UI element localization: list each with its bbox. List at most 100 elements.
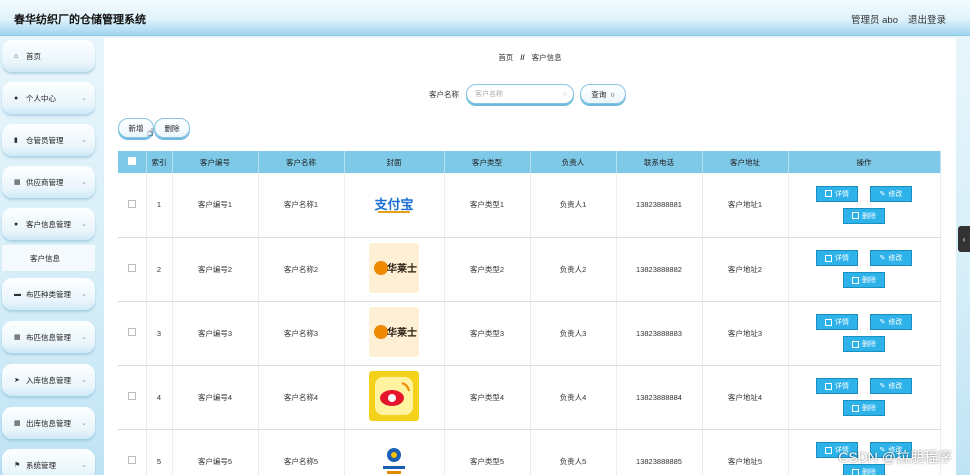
chevron-down-icon: ⌄ [81,462,87,469]
breadcrumb-home[interactable]: 首页 [498,53,513,62]
sidebar-item-customers[interactable]: ● 客户信息管理 ⌄ [2,208,95,240]
chevron-down-icon: ⌄ [81,137,87,144]
logo-image [369,435,419,475]
cell-address: 客户地址4 [702,365,789,430]
search-input[interactable]: 客户名称 ○ [466,84,574,104]
edit-icon: ✎ [879,255,886,262]
sidebar-item-inbound[interactable]: ➤ 入库信息管理 ⌄ [2,364,95,396]
cell-name: 客户名称4 [258,365,345,430]
sidebar-item-label: 布匹种类管理 [26,289,71,299]
cell-phone: 13823888883 [616,301,703,366]
detail-icon [825,254,832,262]
sidebar-item-label: 布匹信息管理 [26,332,71,342]
cell-cover: 华莱士 [344,237,445,302]
sidebar-item-label: 客户信息管理 [26,219,71,229]
cell-name: 客户名称3 [258,301,345,366]
trash-icon [852,404,859,412]
trash-icon [852,276,859,284]
column-header: 操作 [788,151,941,173]
cell-address: 客户地址3 [702,301,789,366]
search-button[interactable]: 查询 ○ [580,84,626,104]
detail-icon [825,382,832,390]
sidebar-item-warehouse-staff[interactable]: ▮ 仓管员管理 ⌄ [2,124,95,156]
chevron-down-icon: ⌄ [81,291,87,298]
cell-code: 客户编号3 [172,301,259,366]
row-checkbox[interactable] [118,301,147,366]
top-right-area: 管理员 abo 退出登录 [851,12,946,26]
sidebar-item-fabric-types[interactable]: ▬ 布匹种类管理 ⌄ [2,278,95,310]
svg-text:华莱士: 华莱士 [387,262,417,275]
alipay-logo-image: 支付宝 [369,178,419,229]
edit-button[interactable]: ✎ 修改 [870,314,912,330]
monitor-icon: ▬ [14,290,21,298]
delete-button[interactable]: 删除 [154,118,190,138]
watermark: CSDN @拉朋程序 [838,449,952,465]
table-row: 2 客户编号2 客户名称2 华莱士 客户类型2 负责人2 13823888882… [118,237,941,302]
row-delete-button[interactable]: 删除 [843,207,885,224]
row-checkbox[interactable] [118,237,147,302]
column-header: 索引 [146,151,173,173]
logout-link[interactable]: 退出登录 [908,12,946,26]
select-all-checkbox[interactable] [118,151,147,173]
grid-icon: ▦ [14,420,21,427]
sidebar-item-label: 入库信息管理 [26,375,71,385]
cell-ops: 详情 ✎ 修改 删除 [788,173,941,238]
edit-button[interactable]: ✎ 修改 [870,250,912,266]
cell-cover: 支付宝 [344,173,445,238]
cell-address: 客户地址1 [702,173,789,238]
table-row: 5 客户编号5 客户名称5 客户类型5 负责人5 13823888885 客户地… [118,429,941,475]
chevron-down-icon: ⌄ [81,377,87,384]
sidebar-item-system[interactable]: ⚑ 系统管理 ⌄ [2,449,95,475]
cell-name: 客户名称5 [258,429,345,475]
detail-icon [825,318,832,326]
send-icon: ➤ [14,377,20,384]
cell-ops: 详情 ✎ 修改 删除 [788,301,941,366]
cell-owner: 负责人2 [530,237,617,302]
table-row: 4 客户编号4 客户名称4 客户类型4 负责人4 13823888884 客户地… [118,365,941,430]
collapse-handle[interactable]: ‹ [958,226,970,252]
row-delete-button[interactable]: 删除 [843,400,885,416]
sidebar-subitem-customer-info[interactable]: 客户信息 [2,245,95,271]
sidebar-item-personal[interactable]: ● 个人中心 ⌄ [2,82,95,114]
detail-button[interactable]: 详情 [816,378,858,394]
cell-code: 客户编号5 [172,429,259,475]
table-header-row: 索引 客户编号 客户名称 封面 客户类型 负责人 联系电话 客户地址 操作 [118,151,941,173]
edit-icon: ✎ [879,319,886,326]
cell-owner: 负责人1 [530,173,617,238]
sidebar-item-suppliers[interactable]: ▦ 供应商管理 ⌄ [2,166,95,198]
cell-cover: 华莱士 [344,301,445,366]
detail-button[interactable]: 详情 [816,185,858,202]
cell-code: 客户编号4 [172,365,259,430]
edit-button[interactable]: ✎ 修改 [870,185,912,202]
flag-icon: ⚑ [14,462,21,469]
sidebar-item-outbound[interactable]: ▦ 出库信息管理 ⌄ [2,407,95,439]
user-icon: ● [14,220,19,228]
cell-phone: 13823888885 [616,429,703,475]
cell-type: 客户类型1 [444,173,531,238]
edit-button[interactable]: ✎ 修改 [870,378,912,394]
row-delete-button[interactable]: 删除 [843,272,885,288]
grid-icon: ▦ [14,179,21,186]
sidebar-item-fabric-info[interactable]: ▦ 布匹信息管理 ⌄ [2,321,95,353]
trash-icon [852,340,859,348]
wallace-logo-image: 华莱士 [369,243,419,293]
detail-button[interactable]: 详情 [816,314,858,330]
row-checkbox[interactable] [118,429,147,475]
detail-button[interactable]: 详情 [816,250,858,266]
row-checkbox[interactable] [118,365,147,430]
cell-address: 客户地址2 [702,237,789,302]
sidebar-item-home[interactable]: ⌂ 首页 [2,40,95,72]
cell-owner: 负责人3 [530,301,617,366]
customer-table: 索引 客户编号 客户名称 封面 客户类型 负责人 联系电话 客户地址 操作 1 … [118,151,941,475]
sidebar-item-label: 客户信息 [30,253,60,263]
search-placeholder: 客户名称 [475,91,503,98]
trash-icon [852,468,859,475]
user-icon: ● [14,94,19,102]
user-label: 管理员 abo [850,15,898,26]
sidebar: ⌂ 首页 ● 个人中心 ⌄ ▮ 仓管员管理 ⌄ ▦ 供应商管理 ⌄ ● 客户信息… [0,38,98,475]
row-delete-button[interactable]: 删除 [843,336,885,352]
cell-index: 1 [146,173,173,238]
row-checkbox[interactable] [118,173,147,238]
chevron-down-icon: ⌄ [81,179,87,186]
svg-text:支付宝: 支付宝 [373,197,413,213]
